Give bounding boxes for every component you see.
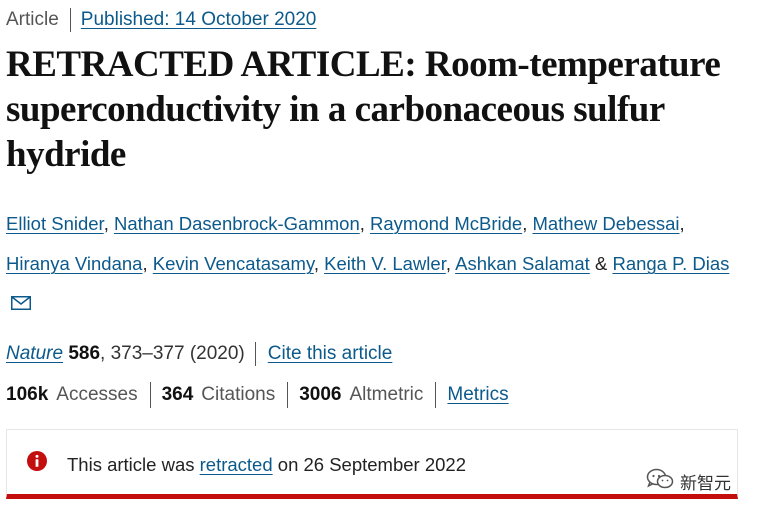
- citations-label: Citations: [201, 384, 276, 405]
- author-link[interactable]: Hiranya Vindana: [6, 253, 142, 274]
- retraction-text: This article was retracted on 26 Septemb…: [67, 454, 466, 476]
- author-separator: ,: [522, 213, 533, 234]
- retraction-notice: This article was retracted on 26 Septemb…: [6, 429, 738, 499]
- author-link-corresponding[interactable]: Ranga P. Dias: [612, 253, 729, 274]
- author-link[interactable]: Ashkan Salamat: [455, 253, 590, 274]
- author-link[interactable]: Nathan Dasenbrock-Gammon: [114, 213, 360, 234]
- divider: [287, 382, 289, 408]
- divider: [435, 382, 437, 408]
- journal-link[interactable]: Nature: [6, 343, 63, 365]
- wechat-icon: [646, 468, 674, 495]
- pages-year: , 373–377 (2020): [100, 343, 245, 364]
- author-separator: ,: [142, 253, 153, 274]
- author-separator: &: [589, 253, 613, 274]
- mail-icon[interactable]: [11, 284, 31, 324]
- accesses-label: Accesses: [56, 384, 138, 405]
- retraction-prefix: This article was: [67, 454, 200, 475]
- metrics-bar: 106k Accesses 364 Citations 3006 Altmetr…: [6, 382, 509, 408]
- author-link[interactable]: Mathew Debessai: [532, 213, 679, 234]
- watermark-text: 新智元: [680, 474, 731, 493]
- altmetric-label: Altmetric: [349, 384, 424, 405]
- author-separator: ,: [445, 253, 456, 274]
- article-title: RETRACTED ARTICLE: Room-temperature supe…: [6, 44, 721, 175]
- watermark: 新智元: [646, 468, 731, 495]
- published-date-link[interactable]: Published: 14 October 2020: [81, 9, 317, 31]
- author-separator: ,: [679, 213, 685, 234]
- accesses-count: 106k: [6, 384, 49, 405]
- author-link[interactable]: Elliot Snider: [6, 213, 104, 234]
- author-separator: ,: [103, 213, 114, 234]
- metrics-link[interactable]: Metrics: [447, 384, 508, 406]
- retracted-link[interactable]: retracted: [200, 454, 273, 475]
- divider: [149, 382, 151, 408]
- article-meta: Article Published: 14 October 2020: [6, 8, 316, 32]
- author-link[interactable]: Kevin Vencatasamy: [153, 253, 314, 274]
- citations-count: 364: [161, 384, 194, 405]
- retraction-date: on 26 September 2022: [272, 454, 467, 475]
- author-separator: ,: [359, 213, 371, 234]
- author-separator: ,: [313, 253, 325, 274]
- alert-info-icon: [27, 451, 47, 476]
- divider: [69, 8, 71, 32]
- altmetric-score: 3006: [299, 384, 342, 405]
- author-link[interactable]: Raymond McBride: [370, 213, 522, 234]
- article-type: Article: [6, 9, 59, 30]
- citation-line: Nature 586, 373–377 (2020) Cite this arti…: [6, 342, 392, 366]
- author-list: Elliot Snider, Nathan Dasenbrock-Gammon,…: [6, 204, 751, 327]
- volume: 586: [68, 343, 101, 364]
- divider: [254, 342, 256, 366]
- author-link[interactable]: Keith V. Lawler: [324, 253, 446, 274]
- cite-this-article-link[interactable]: Cite this article: [268, 343, 393, 365]
